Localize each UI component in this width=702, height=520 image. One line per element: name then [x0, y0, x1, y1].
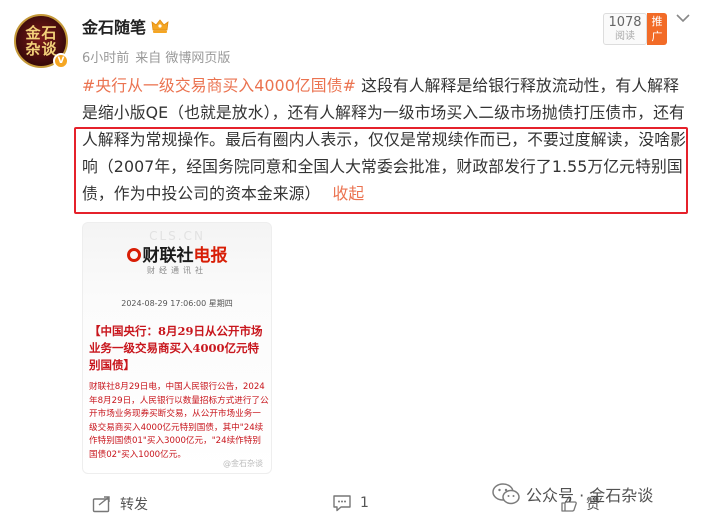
card-logo-suffix: 电报 — [193, 246, 228, 266]
post-text: #央行从一级交易商买入4000亿国债# 这段有人解释是给银行释放流动性，有人解释… — [82, 72, 687, 207]
comment-count: 1 — [360, 495, 369, 511]
avatar-char: 杂 — [25, 40, 41, 58]
post-time[interactable]: 6小时前 — [82, 47, 129, 66]
post-body: 这段有人解释是给银行释放流动性，有人解释是缩小版QE（也就是放水），还有人解释为… — [82, 76, 687, 203]
chevron-down-icon[interactable] — [676, 13, 690, 23]
post-source: 来自 微博网页版 — [135, 51, 231, 66]
card-footer: @金石杂谈 — [223, 459, 263, 468]
author-header: 金石随笔 — [82, 14, 169, 38]
avatar-char: 石 — [41, 24, 57, 42]
card-date: 2024-08-29 17:06:00 星期四 — [121, 299, 233, 308]
card-logo-prefix: 财联社 — [142, 246, 194, 266]
read-label: 阅读 — [615, 31, 635, 42]
author-name[interactable]: 金石随笔 — [82, 14, 146, 38]
wechat-icon — [492, 483, 520, 505]
comment-button[interactable]: 1 — [332, 494, 369, 512]
wechat-watermark-text: 公众号 · 金石杂谈 — [526, 486, 654, 505]
forward-label: 转发 — [120, 497, 148, 513]
forward-button[interactable]: 转发 — [92, 494, 148, 514]
card-logo: 财联社电报 — [83, 241, 271, 266]
collapse-link[interactable]: 收起 — [332, 184, 364, 203]
share-icon — [92, 496, 110, 513]
promote-button[interactable]: 推广 — [647, 13, 667, 45]
read-count: 1078 — [608, 15, 642, 30]
topic-link[interactable]: #央行从一级交易商买入4000亿国债# — [82, 76, 356, 95]
wechat-watermark: 公众号 · 金石杂谈 — [492, 482, 653, 506]
cls-logo-icon — [126, 248, 141, 262]
card-body: 财联社8月29日电，中国人民银行公告，2024年8月29日，人民银行以数量招标方… — [89, 382, 269, 460]
comment-icon — [333, 495, 351, 512]
card-headline: 【中国央行：8月29日从公开市场业务一级交易商买入4000亿元特别国债】 — [89, 324, 263, 372]
attached-image[interactable]: CLS.CN 财联社电报 财经通讯社 2024-08-29 17:06:00 星… — [82, 222, 272, 474]
avatar-char: 金 — [25, 24, 41, 42]
crown-icon — [151, 19, 169, 33]
card-subtitle: 财经通讯社 — [147, 266, 207, 275]
read-count-box: 1078 阅读 — [603, 13, 647, 45]
verified-badge-icon: V — [53, 53, 69, 69]
post-meta: 6小时前 来自 微博网页版 — [82, 47, 230, 66]
